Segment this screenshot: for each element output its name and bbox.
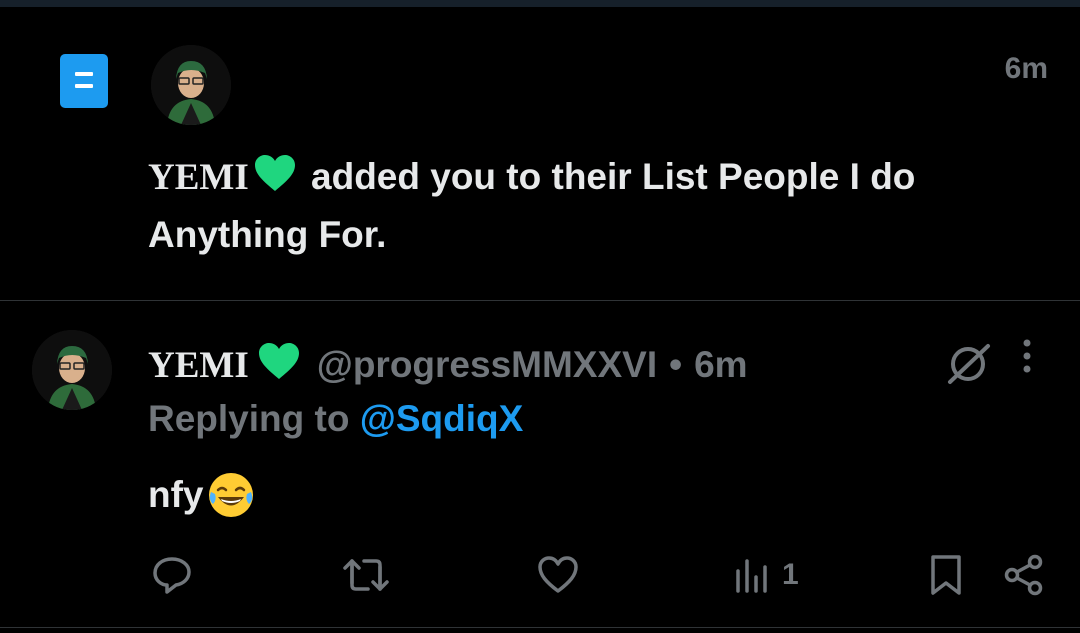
like-icon — [538, 556, 578, 593]
reply-button[interactable] — [150, 553, 194, 597]
replying-to: Replying to @SqdiqX — [148, 398, 523, 440]
reply-time[interactable]: 6m — [694, 344, 747, 386]
grok-icon[interactable] — [944, 342, 994, 386]
avatar[interactable] — [151, 45, 231, 125]
tweet-text: nfy — [148, 470, 256, 520]
green-heart-icon — [257, 341, 301, 390]
green-heart-icon — [253, 153, 297, 208]
more-vertical-icon[interactable] — [1020, 338, 1034, 376]
share-icon — [1004, 554, 1043, 596]
author-handle[interactable]: @progressMMXXVI — [317, 344, 657, 386]
replying-to-mention[interactable]: @SqdiqX — [360, 398, 524, 439]
notification-time: 6m — [1004, 52, 1048, 85]
avatar-illustration — [32, 330, 112, 410]
share-button[interactable] — [1002, 553, 1046, 597]
bookmark-icon — [931, 555, 961, 595]
reply-avatar[interactable] — [32, 330, 112, 410]
retweet-button[interactable] — [342, 553, 390, 597]
top-strip — [0, 0, 1080, 7]
divider — [0, 300, 1080, 301]
list-icon — [60, 54, 108, 108]
avatar-illustration — [151, 45, 231, 125]
like-button[interactable] — [536, 553, 580, 597]
bottom-divider — [0, 627, 1080, 628]
views-button[interactable]: 1 — [734, 553, 799, 597]
reply-icon — [153, 557, 191, 594]
replying-prefix: Replying to — [148, 398, 360, 439]
retweet-icon — [343, 559, 389, 591]
bookmark-button[interactable] — [928, 553, 964, 597]
notification-text: YEMI added you to their List People I do… — [148, 150, 1048, 262]
reply-header: YEMI @progressMMXXVI • 6m — [148, 338, 748, 392]
actor-name[interactable]: YEMI — [148, 157, 249, 198]
laughing-emoji-icon — [208, 473, 253, 517]
views-icon — [736, 559, 767, 593]
views-count: 1 — [782, 558, 799, 591]
tweet-body-text: nfy — [148, 474, 204, 515]
author-name[interactable]: YEMI — [148, 344, 249, 387]
separator-dot: • — [669, 344, 683, 385]
notification-middle: added you to their List — [300, 156, 719, 197]
